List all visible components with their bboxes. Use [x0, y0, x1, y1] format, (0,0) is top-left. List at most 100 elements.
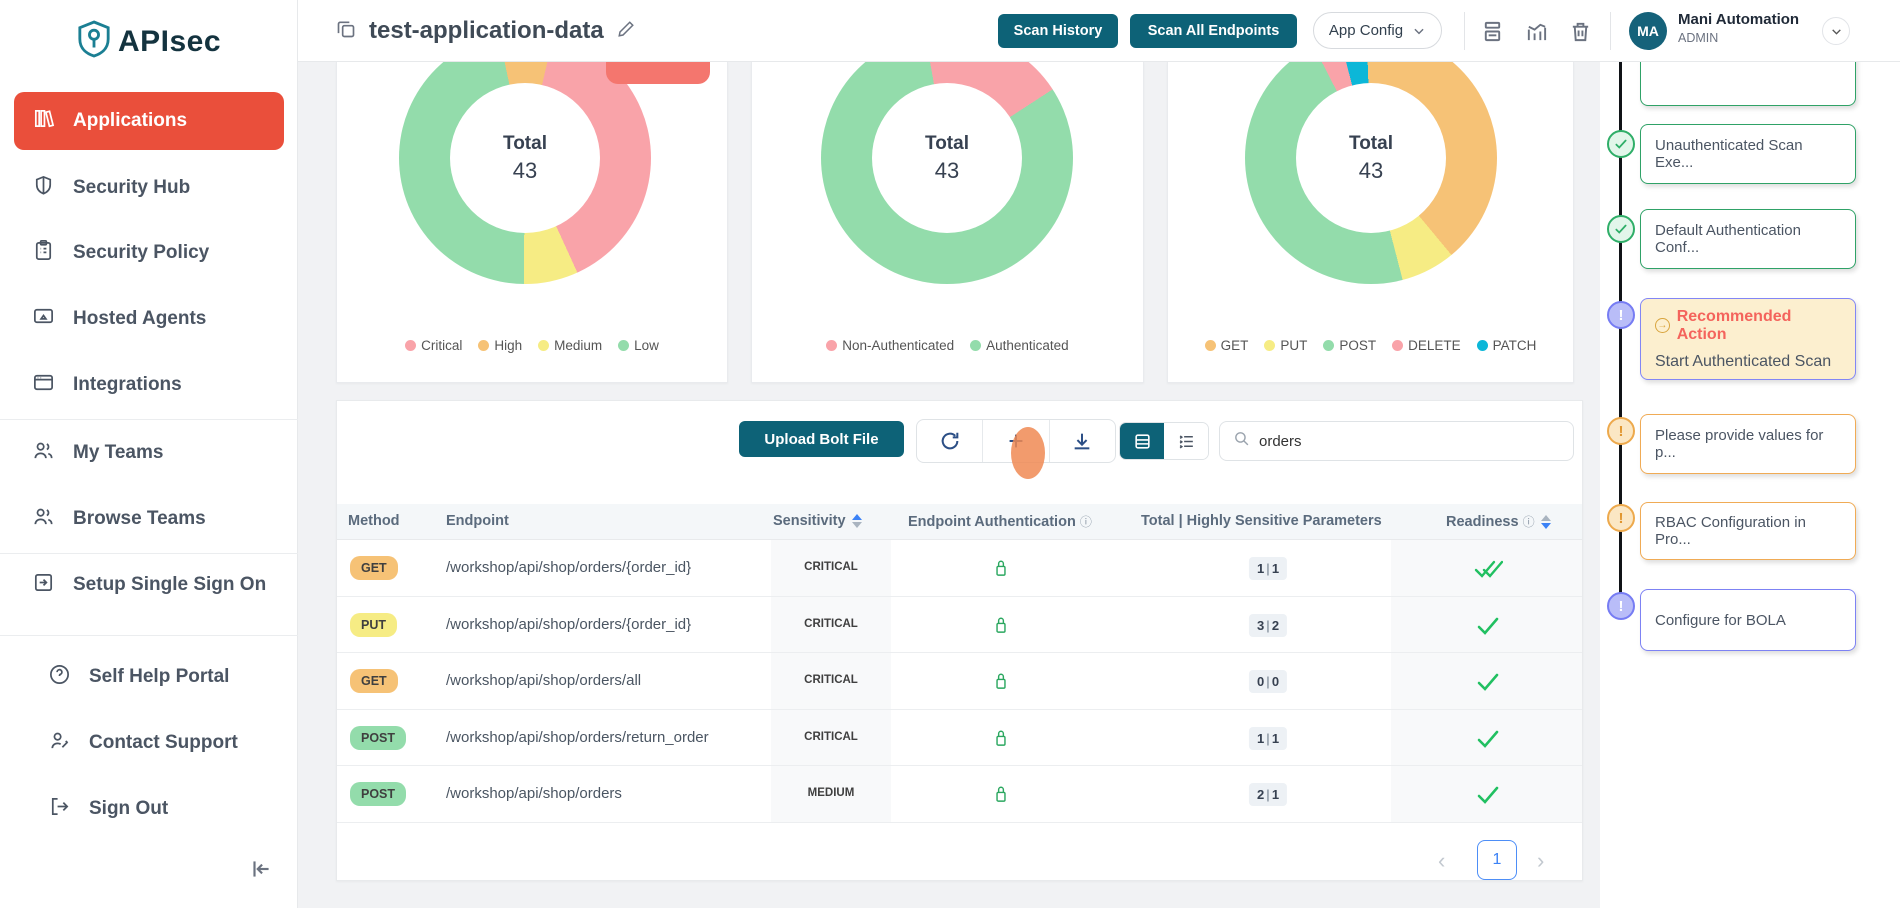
sign-in-icon [32, 571, 55, 600]
app-logo: APIsec [0, 20, 298, 63]
timeline-card[interactable]: Default Authentication Conf... [1640, 209, 1856, 269]
sidebar-item-self-help-portal[interactable]: Self Help Portal [14, 655, 284, 699]
timeline-card-recommended-action[interactable]: →Recommended Action Start Authenticated … [1640, 298, 1856, 380]
legend-item-post[interactable]: POST [1323, 338, 1376, 353]
search-icon [1233, 430, 1250, 452]
legend-item-delete[interactable]: DELETE [1392, 338, 1461, 353]
clipboard-icon [32, 239, 55, 268]
app-brand: APIsec [118, 25, 221, 59]
apisec-shield-icon [77, 20, 111, 63]
legend-item-put[interactable]: PUT [1264, 338, 1307, 353]
table-row[interactable]: POST /workshop/api/shop/orders/return_or… [337, 710, 1582, 767]
printer-icon[interactable] [1481, 20, 1504, 48]
timeline-card[interactable] [1640, 62, 1856, 106]
legend-dot [826, 340, 837, 351]
sidebar: APIsec Applications Security Hub Securit… [0, 0, 298, 908]
app-config-dropdown[interactable]: App Config [1313, 12, 1442, 49]
chart-icon[interactable] [1525, 20, 1548, 48]
chart-legend: GET PUT POST DELETE PATCH [1168, 338, 1573, 353]
arrow-circle-icon: → [1655, 318, 1670, 333]
search-input[interactable] [1259, 433, 1539, 450]
sort-icons [1541, 515, 1551, 529]
plus-icon[interactable] [982, 420, 1048, 462]
col-endpoint-auth[interactable]: Endpoint Authentication ⓘ [908, 513, 1092, 530]
user-menu-chevron-icon[interactable] [1822, 17, 1850, 45]
copy-icon[interactable] [336, 19, 356, 44]
method-badge: GET [350, 556, 398, 580]
monitor-icon [32, 305, 55, 334]
sidebar-divider [0, 419, 298, 420]
scan-history-button[interactable]: Scan History [998, 14, 1118, 48]
legend-dot [1392, 340, 1403, 351]
method-badge: POST [350, 782, 406, 806]
col-parameters[interactable]: Total | Highly Sensitive Parameters [1141, 513, 1382, 529]
readiness-check-icon [1475, 671, 1501, 698]
sidebar-item-browse-teams[interactable]: Browse Teams [14, 497, 284, 541]
col-readiness[interactable]: Readiness ⓘ [1446, 513, 1551, 530]
prev-page-icon[interactable]: ‹ [1438, 848, 1445, 874]
table-row[interactable]: GET /workshop/api/shop/orders/{order_id}… [337, 540, 1582, 597]
table-view-icon[interactable] [1120, 423, 1164, 459]
recommended-action-label: Start Authenticated Scan [1655, 353, 1831, 371]
sign-out-icon [48, 795, 71, 824]
legend-item-patch[interactable]: PATCH [1477, 338, 1537, 353]
timeline-card[interactable]: Please provide values for p... [1640, 414, 1856, 474]
sidebar-item-my-teams[interactable]: My Teams [14, 431, 284, 475]
avatar[interactable]: MA [1629, 12, 1667, 50]
legend-dot [618, 340, 629, 351]
col-endpoint[interactable]: Endpoint [446, 513, 509, 529]
sidebar-item-label: Browse Teams [73, 508, 206, 530]
endpoint-path: /workshop/api/shop/orders [446, 785, 622, 802]
upload-bolt-file-button[interactable]: Upload Bolt File [739, 421, 904, 457]
legend-item-get[interactable]: GET [1205, 338, 1249, 353]
scan-timeline-panel: Unauthenticated Scan Exe... Default Authe… [1600, 62, 1900, 908]
tooltip-remnant [606, 62, 710, 84]
readiness-check-icon [1475, 784, 1501, 811]
legend-item-high[interactable]: High [478, 338, 522, 353]
legend-dot [970, 340, 981, 351]
sidebar-item-contact-support[interactable]: Contact Support [14, 721, 284, 765]
legend-item-authenticated[interactable]: Authenticated [970, 338, 1069, 353]
trash-icon[interactable] [1569, 20, 1592, 48]
sensitivity-badge: CRITICAL [795, 669, 867, 691]
shield-icon [32, 174, 55, 203]
list-view-icon[interactable] [1164, 423, 1208, 459]
endpoint-path: /workshop/api/shop/orders/{order_id} [446, 559, 691, 576]
legend-item-critical[interactable]: Critical [405, 338, 462, 353]
donut-total-value: 43 [513, 158, 537, 184]
timeline-card[interactable]: RBAC Configuration in Pro... [1640, 502, 1856, 560]
sidebar-item-security-policy[interactable]: Security Policy [14, 231, 284, 275]
timeline-card[interactable]: Unauthenticated Scan Exe... [1640, 124, 1856, 184]
parameters-chip: 3|2 [1249, 614, 1287, 637]
table-row[interactable]: PUT /workshop/api/shop/orders/{order_id}… [337, 597, 1582, 654]
scan-all-endpoints-button[interactable]: Scan All Endpoints [1130, 14, 1297, 48]
edit-pencil-icon[interactable] [617, 20, 635, 43]
collapse-sidebar-icon[interactable] [248, 856, 274, 887]
legend-item-low[interactable]: Low [618, 338, 659, 353]
legend-item-non-authenticated[interactable]: Non-Authenticated [826, 338, 954, 353]
table-row[interactable]: POST /workshop/api/shop/orders MEDIUM 2|… [337, 766, 1582, 823]
sensitivity-badge: CRITICAL [795, 556, 867, 578]
col-sensitivity[interactable]: Sensitivity [773, 513, 862, 529]
col-method[interactable]: Method [348, 513, 400, 529]
sidebar-item-applications[interactable]: Applications [14, 92, 284, 150]
sidebar-item-sign-out[interactable]: Sign Out [14, 787, 284, 831]
download-icon[interactable] [1049, 420, 1115, 462]
legend-dot [405, 340, 416, 351]
sidebar-item-security-hub[interactable]: Security Hub [14, 166, 284, 210]
table-row[interactable]: GET /workshop/api/shop/orders/all CRITIC… [337, 653, 1582, 710]
page-number[interactable]: 1 [1477, 840, 1517, 880]
timeline-card[interactable]: Configure for BOLA [1640, 589, 1856, 651]
donut-center-label: Total [1349, 133, 1393, 155]
method-badge: POST [350, 726, 406, 750]
sidebar-item-label: Integrations [73, 374, 182, 396]
sidebar-item-setup-single-sign-on[interactable]: Setup Single Sign On [14, 563, 284, 607]
endpoint-path: /workshop/api/shop/orders/all [446, 672, 641, 689]
sidebar-item-hosted-agents[interactable]: Hosted Agents [14, 297, 284, 341]
sidebar-item-integrations[interactable]: Integrations [14, 363, 284, 407]
next-page-icon[interactable]: › [1537, 848, 1544, 874]
legend-item-medium[interactable]: Medium [538, 338, 602, 353]
parameters-chip: 1|1 [1249, 557, 1287, 580]
info-icon: ⓘ [1523, 515, 1535, 529]
refresh-icon[interactable] [917, 420, 982, 462]
